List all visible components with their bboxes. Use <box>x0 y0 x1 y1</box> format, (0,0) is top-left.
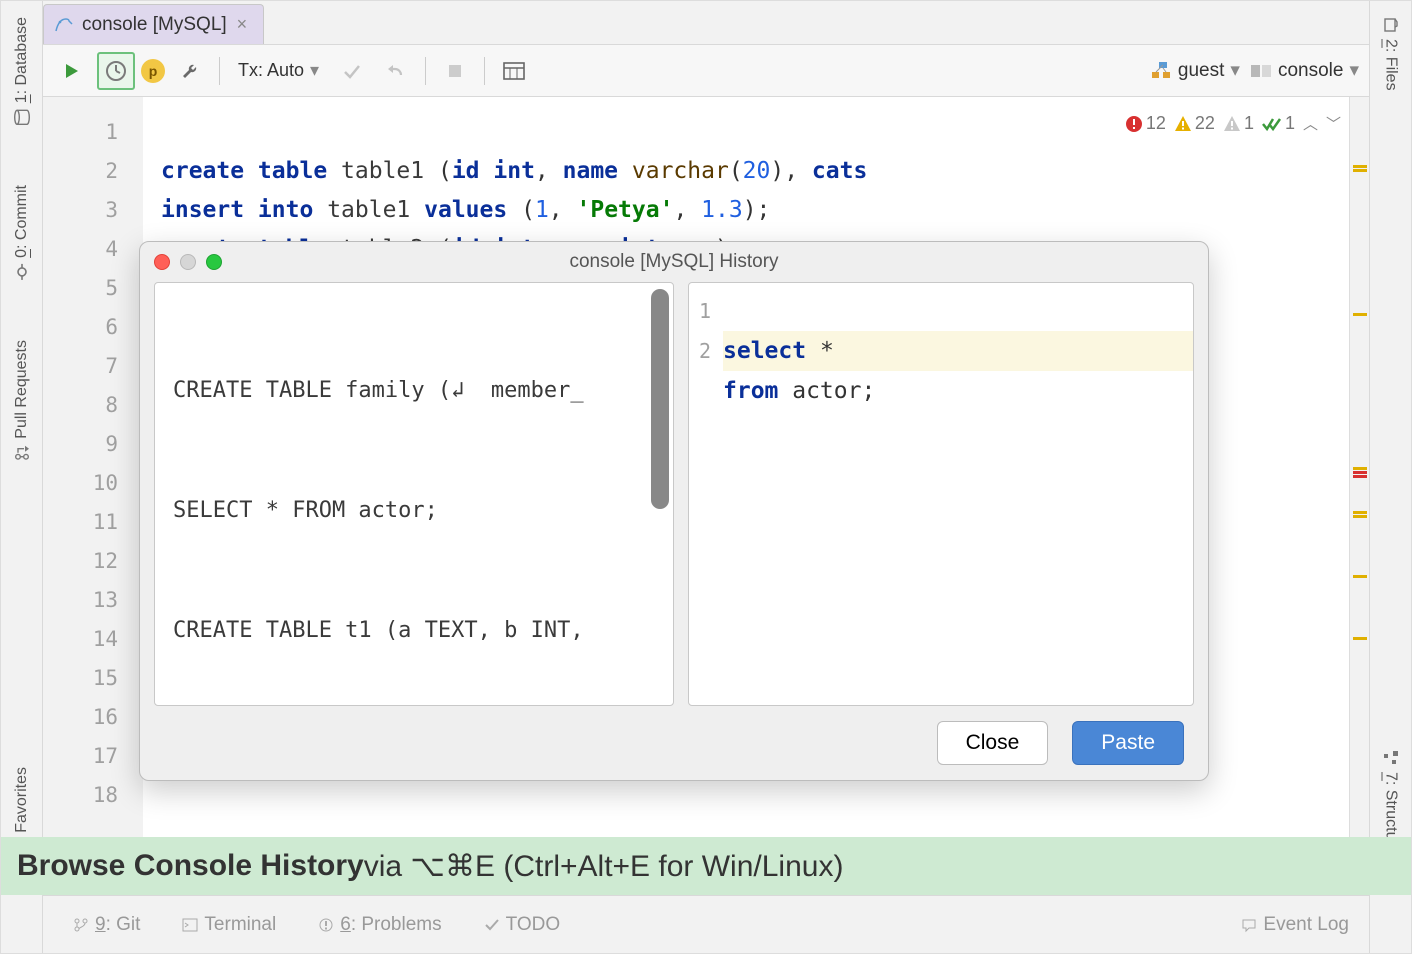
console-toolbar: p Tx: Auto ▾ guest ▾ <box>43 45 1369 97</box>
chevron-down-icon: ▾ <box>1349 59 1359 82</box>
dialog-footer: Close Paste <box>140 706 1208 780</box>
hint-text: via ⌥⌘E (Ctrl+Alt+E for Win/Linux) <box>364 849 844 884</box>
history-list[interactable]: CREATE TABLE family (↲ member_ SELECT * … <box>154 282 674 706</box>
double-check-icon <box>1262 115 1282 133</box>
schema-icon <box>1150 61 1172 81</box>
todo-tool[interactable]: TODO <box>484 914 561 936</box>
left-tool-rail: 11: Database: Database 0: Commit Pull Re… <box>1 1 43 953</box>
problems-icon <box>318 917 334 933</box>
weak-warning-icon <box>1223 115 1241 133</box>
commit-button[interactable] <box>333 52 371 90</box>
close-window-button[interactable] <box>154 254 170 270</box>
mysql-file-icon <box>54 16 72 34</box>
undo-icon <box>386 61 406 81</box>
history-item[interactable]: SELECT * FROM actor; <box>169 491 673 531</box>
console-session-icon <box>1250 62 1272 80</box>
warning-icon <box>1174 115 1192 133</box>
tab-label: console [MySQL] <box>82 14 227 36</box>
event-log-tool[interactable]: Event Log <box>1241 914 1349 936</box>
weak-warnings-count[interactable]: 1 <box>1223 113 1254 134</box>
preview-gutter: 1 2 <box>689 283 717 705</box>
error-icon <box>1125 115 1143 133</box>
stop-button[interactable] <box>436 52 474 90</box>
structure-icon <box>1383 750 1399 766</box>
separator <box>484 57 485 85</box>
datasource-label: guest <box>1178 60 1224 82</box>
database-tool[interactable]: 11: Database: Database <box>13 9 31 133</box>
editor-tabs: console [MySQL] × <box>43 1 1369 45</box>
status-bar: 9: Git Terminal 6: Problems TODO Event L… <box>43 895 1369 953</box>
hint-title: Browse Console History <box>17 849 364 883</box>
settings-button[interactable] <box>171 52 209 90</box>
close-tab-button[interactable]: × <box>237 14 248 35</box>
minimize-window-button[interactable] <box>180 254 196 270</box>
console-tab[interactable]: console [MySQL] × <box>43 4 264 44</box>
rollback-button[interactable] <box>377 52 415 90</box>
inspection-summary[interactable]: 12 22 1 1 ︿ ﹀ <box>1125 113 1341 134</box>
files-icon <box>1383 17 1399 33</box>
check-icon <box>342 61 362 81</box>
scrollbar[interactable] <box>651 289 669 509</box>
chevron-down-icon: ▾ <box>1230 59 1240 82</box>
session-label: console <box>1278 60 1344 82</box>
separator <box>425 57 426 85</box>
database-icon <box>14 109 30 125</box>
hint-banner: Browse Console History via ⌥⌘E (Ctrl+Alt… <box>1 837 1411 895</box>
history-item[interactable]: CREATE TABLE family (↲ member_ <box>169 371 673 411</box>
dialog-titlebar[interactable]: console [MySQL] History <box>140 242 1208 282</box>
editor-gutter: 12 34 56 78 910 1112 1314 1516 1718 <box>43 97 143 953</box>
play-icon <box>63 62 81 80</box>
history-preview[interactable]: 1 2 select *from actor; <box>688 282 1194 706</box>
table-icon <box>503 62 525 80</box>
speech-bubble-icon <box>1241 917 1257 933</box>
error-stripe[interactable] <box>1349 97 1369 953</box>
terminal-icon <box>182 917 198 933</box>
commit-tool[interactable]: 0: Commit <box>13 177 31 288</box>
tx-label: Tx: Auto <box>238 60 304 81</box>
history-item[interactable]: CREATE TABLE t1 (a TEXT, b INT, <box>169 611 673 651</box>
wrench-icon <box>180 61 200 81</box>
commit-icon <box>14 264 30 280</box>
stop-icon <box>447 63 463 79</box>
preview-content: select *from actor; <box>717 283 1193 705</box>
files-tool[interactable]: 2: Files <box>1382 9 1400 99</box>
branch-icon <box>73 917 89 933</box>
history-dialog: console [MySQL] History CREATE TABLE fam… <box>139 241 1209 781</box>
window-controls <box>154 254 222 270</box>
terminal-tool[interactable]: Terminal <box>182 914 276 936</box>
warnings-count[interactable]: 22 <box>1174 113 1215 134</box>
schemas-button[interactable]: p <box>141 59 165 83</box>
separator <box>219 57 220 85</box>
paste-button[interactable]: Paste <box>1072 721 1184 765</box>
dialog-title: console [MySQL] History <box>569 251 778 273</box>
prev-highlight[interactable]: ︿ <box>1303 113 1318 134</box>
right-tool-rail: 2: Files 7: Structure <box>1369 1 1411 953</box>
session-dropdown[interactable]: console ▾ <box>1250 59 1359 82</box>
clock-icon <box>105 60 127 82</box>
ok-count[interactable]: 1 <box>1262 113 1295 134</box>
datasource-dropdown[interactable]: guest ▾ <box>1150 59 1240 82</box>
chevron-down-icon: ▾ <box>310 60 319 81</box>
pull-request-icon <box>14 445 30 461</box>
view-mode-button[interactable] <box>495 52 533 90</box>
git-tool[interactable]: 9: Git <box>73 914 140 936</box>
next-highlight[interactable]: ﹀ <box>1326 113 1341 134</box>
tx-mode-dropdown[interactable]: Tx: Auto ▾ <box>230 60 327 81</box>
errors-count[interactable]: 12 <box>1125 113 1166 134</box>
zoom-window-button[interactable] <box>206 254 222 270</box>
close-button[interactable]: Close <box>937 721 1049 765</box>
history-button[interactable] <box>97 52 135 90</box>
pull-requests-tool[interactable]: Pull Requests <box>13 332 31 469</box>
problems-tool[interactable]: 6: Problems <box>318 914 441 936</box>
todo-icon <box>484 917 500 933</box>
run-button[interactable] <box>53 52 91 90</box>
